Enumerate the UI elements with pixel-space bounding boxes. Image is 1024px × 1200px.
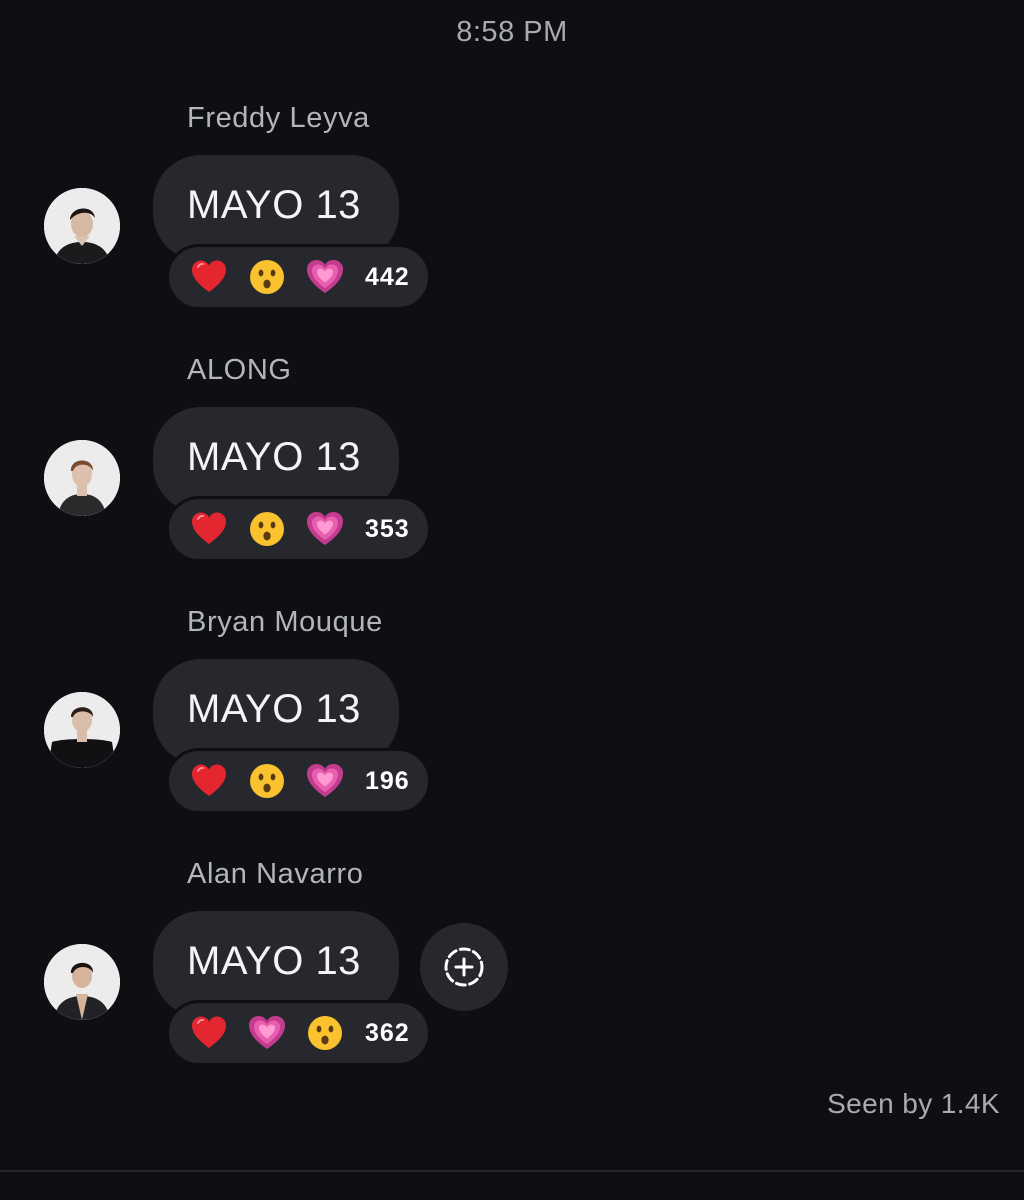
- sender-name: Freddy Leyva: [187, 102, 370, 134]
- message-text: MAYO 13: [187, 435, 361, 479]
- sender-name: Bryan Mouque: [187, 606, 383, 638]
- message-group: Bryan Mouque MAYO 13 196: [0, 504, 1024, 814]
- growing-heart-icon: [247, 1013, 287, 1053]
- avatar[interactable]: [44, 944, 120, 1020]
- reactions-bar[interactable]: 362: [166, 1000, 431, 1066]
- add-reaction-icon: [444, 947, 484, 987]
- message-group: ALONG MAYO 13 353: [0, 252, 1024, 562]
- seen-by-status: Seen by 1.4K: [827, 1088, 1000, 1119]
- add-reaction-button[interactable]: [420, 923, 508, 1011]
- message-text: MAYO 13: [187, 183, 361, 227]
- sender-name: Alan Navarro: [187, 858, 364, 890]
- divider: [0, 1170, 1024, 1172]
- reaction-count: 362: [365, 1018, 410, 1047]
- message-text: MAYO 13: [187, 687, 361, 731]
- red-heart-icon: [189, 1013, 229, 1053]
- message-group: Freddy Leyva MAYO 13 442: [0, 0, 1024, 310]
- sender-name: ALONG: [187, 354, 292, 386]
- message-text: MAYO 13: [187, 939, 361, 983]
- surprised-face-icon: [305, 1013, 345, 1053]
- message-group: Alan Navarro MAYO 13 362: [0, 756, 1024, 1066]
